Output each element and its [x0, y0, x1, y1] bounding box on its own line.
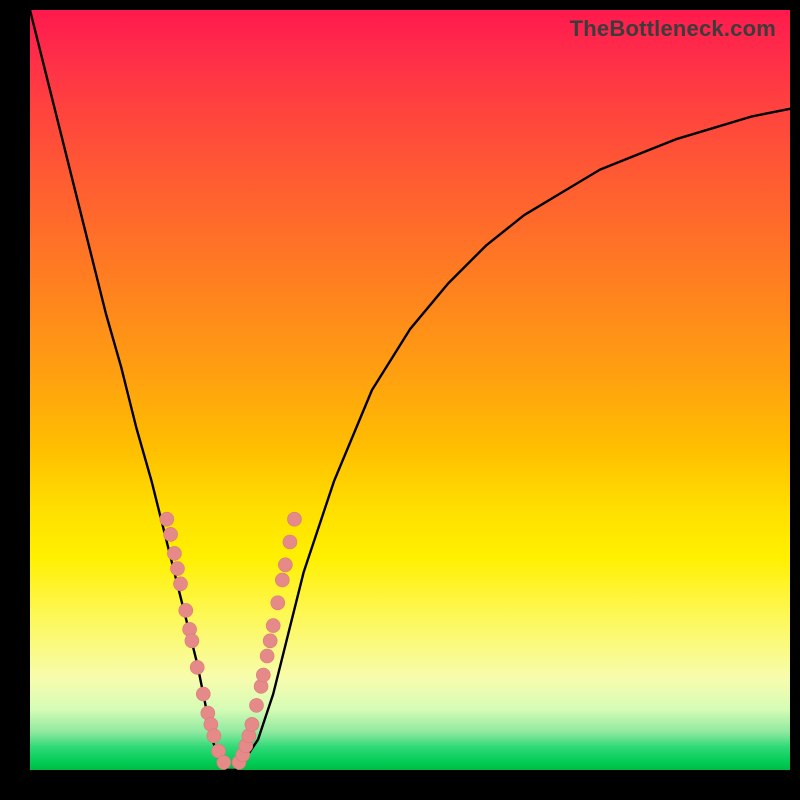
cluster-point [173, 577, 187, 591]
cluster-point [164, 527, 178, 541]
cluster-point [207, 729, 221, 743]
cluster-point [160, 512, 174, 526]
cluster-point [287, 512, 301, 526]
chart-frame: TheBottleneck.com [0, 0, 800, 800]
cluster-point [249, 698, 263, 712]
cluster-point [245, 717, 259, 731]
cluster-point [196, 687, 210, 701]
cluster-point [260, 649, 274, 663]
cluster-point [217, 755, 231, 769]
cluster-point [167, 546, 181, 560]
cluster-point [275, 573, 289, 587]
left-point-cluster [160, 512, 231, 769]
cluster-point [256, 668, 270, 682]
cluster-point [283, 535, 297, 549]
cluster-point [266, 619, 280, 633]
curve-svg [30, 10, 790, 770]
cluster-point [170, 562, 184, 576]
cluster-point [271, 596, 285, 610]
bottleneck-curve [30, 10, 790, 770]
plot-area: TheBottleneck.com [30, 10, 790, 770]
cluster-point [179, 603, 193, 617]
cluster-point [263, 634, 277, 648]
cluster-point [278, 558, 292, 572]
cluster-point [185, 634, 199, 648]
right-point-cluster [232, 512, 301, 769]
cluster-point [190, 660, 204, 674]
